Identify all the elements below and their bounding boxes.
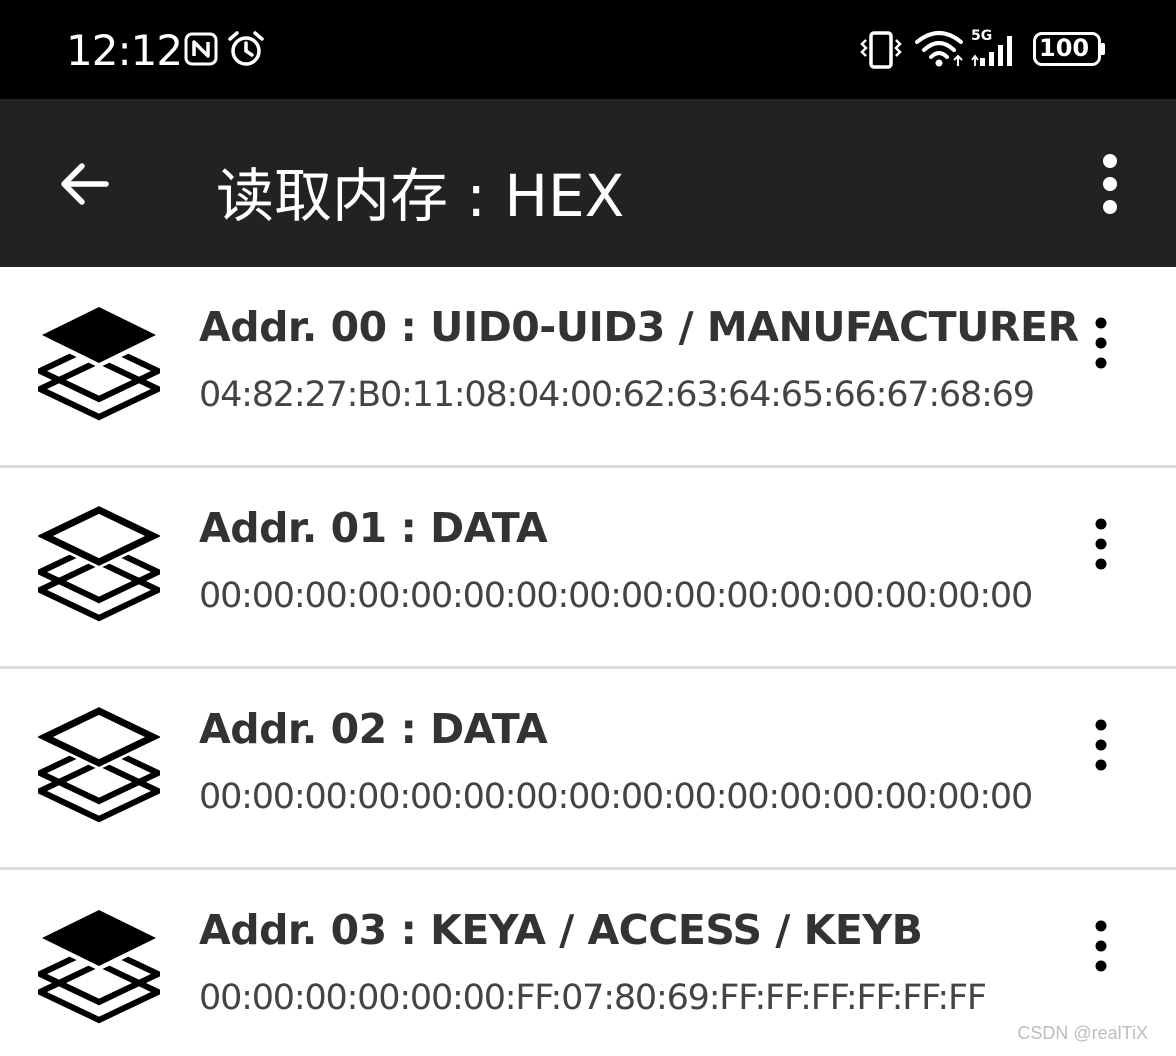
row-title: Addr. 01 : DATA <box>199 504 548 552</box>
layers-filled-icon <box>38 305 160 421</box>
status-bar: 12:12 5G 100 <box>0 0 1176 99</box>
wifi-icon <box>915 31 963 67</box>
memory-row[interactable]: Addr. 01 : DATA 00:00:00:00:00:00:00:00:… <box>0 468 1176 669</box>
battery-tip <box>1101 43 1105 55</box>
battery-level: 100 <box>1039 34 1090 62</box>
vibrate-icon <box>860 31 902 69</box>
layers-filled-icon <box>38 908 160 1024</box>
more-vert-icon <box>1103 154 1117 214</box>
memory-list: Addr. 00 : UID0-UID3 / MANUFACTURER 04:8… <box>0 267 1176 1056</box>
row-value: 00:00:00:00:00:00:00:00:00:00:00:00:00:0… <box>199 777 1033 817</box>
memory-row[interactable]: Addr. 00 : UID0-UID3 / MANUFACTURER 04:8… <box>0 267 1176 468</box>
row-value: 00:00:00:00:00:00:00:00:00:00:00:00:00:0… <box>199 576 1033 616</box>
nfc-icon <box>184 32 218 66</box>
arrow-back-icon <box>61 163 109 205</box>
page-title: 读取内存 : HEX <box>216 162 625 230</box>
row-title: Addr. 02 : DATA <box>199 705 548 753</box>
row-title: Addr. 00 : UID0-UID3 / MANUFACTURER <box>199 303 1079 351</box>
overflow-menu-button[interactable] <box>1085 149 1135 219</box>
more-vert-icon[interactable] <box>1080 918 1122 974</box>
status-time: 12:12 <box>66 26 183 75</box>
alarm-icon <box>228 31 264 66</box>
more-vert-icon[interactable] <box>1080 315 1122 371</box>
memory-row[interactable]: Addr. 02 : DATA 00:00:00:00:00:00:00:00:… <box>0 669 1176 870</box>
layers-outline-icon <box>38 707 160 823</box>
back-button[interactable] <box>50 149 120 219</box>
cellular-5g-icon <box>971 36 1012 66</box>
memory-row[interactable]: Addr. 03 : KEYA / ACCESS / KEYB 00:00:00… <box>0 870 1176 1056</box>
row-value: 04:82:27:B0:11:08:04:00:62:63:64:65:66:6… <box>199 375 1035 415</box>
row-title: Addr. 03 : KEYA / ACCESS / KEYB <box>199 906 923 954</box>
more-vert-icon[interactable] <box>1080 717 1122 773</box>
layers-outline-icon <box>38 506 160 622</box>
more-vert-icon[interactable] <box>1080 516 1122 572</box>
battery-icon: 100 <box>1033 32 1101 66</box>
app-bar: 读取内存 : HEX <box>0 99 1176 267</box>
watermark: CSDN @realTiX <box>1017 1023 1148 1043</box>
row-value: 00:00:00:00:00:00:FF:07:80:69:FF:FF:FF:F… <box>199 978 987 1018</box>
